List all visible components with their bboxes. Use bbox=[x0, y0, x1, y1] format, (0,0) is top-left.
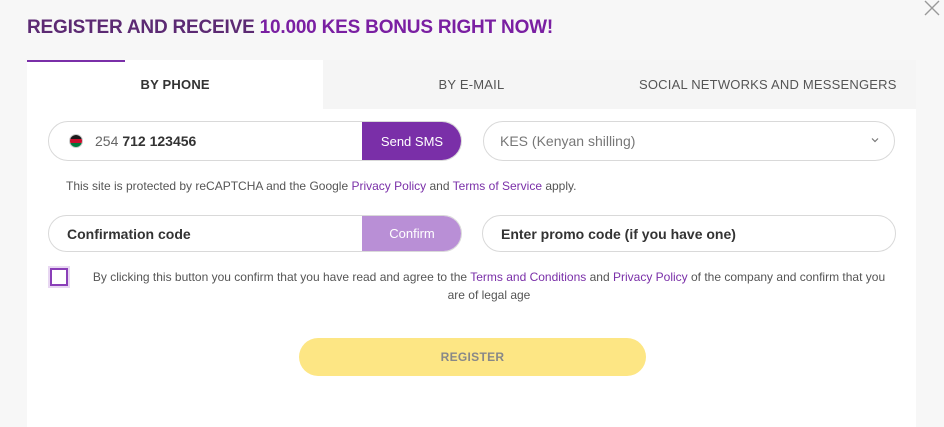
title-bonus: 10.000 KES BONUS RIGHT NOW! bbox=[259, 17, 554, 38]
confirmation-code-field[interactable]: Confirmation code Confirm bbox=[48, 215, 462, 252]
confirmation-code-input[interactable]: Confirmation code bbox=[67, 226, 191, 242]
register-button[interactable]: REGISTER bbox=[299, 338, 646, 376]
agreement-text-1: By clicking this button you confirm that… bbox=[92, 270, 471, 284]
phone-number-input[interactable]: 254 712 123456 bbox=[95, 133, 196, 149]
currency-value: KES (Kenyan shilling) bbox=[500, 133, 636, 149]
promo-code-field[interactable]: Enter promo code (if you have one) bbox=[482, 215, 896, 252]
registration-tabs: BY PHONE BY E-MAIL SOCIAL NETWORKS AND M… bbox=[27, 60, 916, 109]
tab-social-networks[interactable]: SOCIAL NETWORKS AND MESSENGERS bbox=[619, 60, 916, 109]
kenya-flag-icon[interactable] bbox=[69, 134, 83, 148]
agreement-privacy-policy-link[interactable]: Privacy Policy bbox=[613, 270, 688, 284]
recaptcha-text-apply: apply. bbox=[542, 179, 577, 193]
agreement-text: By clicking this button you confirm that… bbox=[89, 268, 889, 304]
chevron-down-icon bbox=[871, 138, 879, 143]
send-sms-button[interactable]: Send SMS bbox=[362, 122, 461, 160]
phone-prefix: 254 bbox=[95, 133, 119, 149]
close-icon[interactable] bbox=[922, 0, 940, 18]
phone-field[interactable]: 254 712 123456 Send SMS bbox=[48, 121, 462, 161]
recaptcha-text-and: and bbox=[426, 179, 453, 193]
terms-and-conditions-link[interactable]: Terms and Conditions bbox=[470, 270, 586, 284]
registration-panel: BY PHONE BY E-MAIL SOCIAL NETWORKS AND M… bbox=[27, 60, 916, 427]
tab-by-email[interactable]: BY E-MAIL bbox=[323, 60, 620, 109]
recaptcha-text: This site is protected by reCAPTCHA and … bbox=[66, 179, 352, 193]
privacy-policy-link[interactable]: Privacy Policy bbox=[351, 179, 426, 193]
promo-code-input[interactable]: Enter promo code (if you have one) bbox=[501, 226, 736, 242]
currency-select[interactable]: KES (Kenyan shilling) bbox=[483, 121, 895, 161]
phone-number: 712 123456 bbox=[122, 133, 197, 149]
title-prefix: REGISTER AND RECEIVE bbox=[27, 17, 260, 38]
terms-of-service-link[interactable]: Terms of Service bbox=[453, 179, 542, 193]
recaptcha-notice: This site is protected by reCAPTCHA and … bbox=[66, 179, 576, 193]
agreement-checkbox[interactable] bbox=[50, 268, 68, 286]
agreement-text-and: and bbox=[586, 270, 613, 284]
tab-by-phone[interactable]: BY PHONE bbox=[27, 60, 324, 109]
confirm-button[interactable]: Confirm bbox=[362, 216, 461, 251]
page-title: REGISTER AND RECEIVE 10.000 KES BONUS RI… bbox=[27, 17, 553, 39]
